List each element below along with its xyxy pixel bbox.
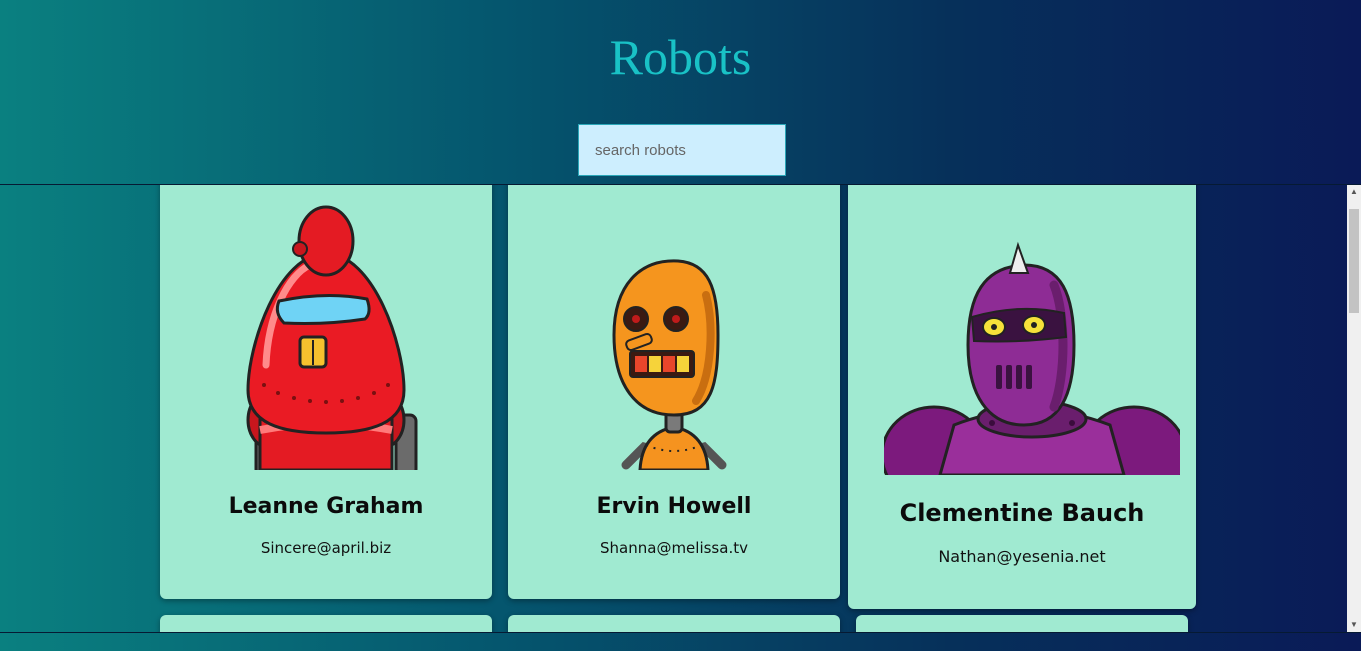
search-input[interactable] (578, 124, 786, 176)
robot-email: Nathan@yesenia.net (938, 547, 1106, 566)
robot-card-partial[interactable] (508, 615, 840, 632)
robot-card-clementine-bauch[interactable]: Clementine Bauch Nathan@yesenia.net (848, 185, 1196, 609)
robot-image (884, 241, 1180, 475)
scrollbar-thumb[interactable] (1349, 209, 1359, 313)
robot-name: Ervin Howell (596, 494, 752, 519)
page-title: Robots (609, 29, 752, 85)
robot-email: Sincere@april.biz (260, 539, 392, 557)
robot-name: Clementine Bauch (899, 499, 1145, 527)
robot-image (246, 205, 418, 470)
robot-email: Shanna@melissa.tv (600, 539, 748, 557)
robot-card-partial[interactable] (856, 615, 1188, 632)
robot-image (612, 259, 727, 470)
scroll-down-icon[interactable]: ▼ (1347, 618, 1361, 632)
scrollbar[interactable]: ▲ ▼ (1347, 185, 1361, 632)
scroll-up-icon[interactable]: ▲ (1347, 185, 1361, 199)
page-header: Robots (0, 0, 1361, 184)
robot-card-list[interactable]: Leanne Graham Sincere@april.biz Ervin Ho… (0, 184, 1361, 633)
robot-name: Leanne Graham (228, 494, 424, 519)
robot-card-partial[interactable] (160, 615, 492, 632)
robot-card-ervin-howell[interactable]: Ervin Howell Shanna@melissa.tv (508, 185, 840, 599)
robot-card-leanne-graham[interactable]: Leanne Graham Sincere@april.biz (160, 185, 492, 599)
